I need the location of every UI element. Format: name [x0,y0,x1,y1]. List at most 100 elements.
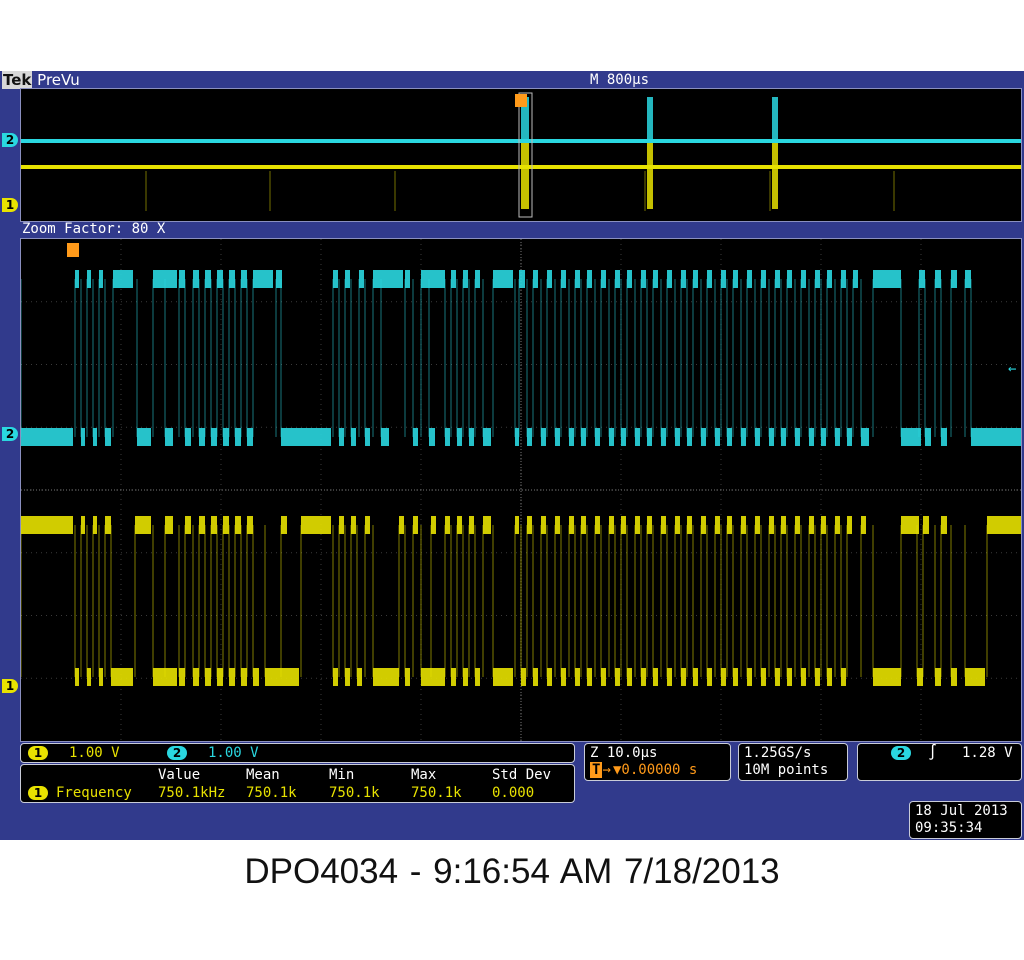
ch1-offset-marker[interactable]: 1 [2,679,18,693]
ch2-trace [853,270,858,288]
ch2-trace [653,270,658,288]
ch1-trace [547,668,552,686]
trigger-readout[interactable]: 2 ∫ 1.28 V [857,743,1022,781]
ch1-trace [755,516,760,534]
ch1-trace [555,516,560,534]
preview-waveform-window[interactable] [20,88,1022,222]
ch2-trace [687,428,692,446]
meas-ch1-badge: 1 [28,786,48,800]
ch2-offset-marker[interactable]: 2 [2,427,18,441]
oscilloscope-screen: Tek PreVu M 800µs 2 1 Zoom Factor: 80 X … [0,71,1024,840]
meas-header-mean: Mean [246,767,280,783]
ch2-trace [113,270,133,288]
ch1-trace [81,516,85,534]
ch2-trace [345,270,350,288]
rising-edge-icon: ∫ [928,743,938,761]
ch2-trace [137,428,151,446]
ch2-trace [641,270,646,288]
ch1-trace [965,668,985,686]
ch1-trace [681,668,686,686]
ch1-trace [775,668,780,686]
ch1-trace [675,516,680,534]
ch1-trace [827,668,832,686]
ch1-trace [761,668,766,686]
sample-rate: 1.25GS/s [744,745,812,761]
ch1-trace [621,516,626,534]
ch2-trace [935,270,941,288]
ch1-trace [457,516,462,534]
ch2-trace [99,270,103,288]
ch1-trace [693,668,698,686]
ch1-trace [99,668,103,686]
ch2-trace [971,428,1021,446]
ch2-trace [421,270,445,288]
preview-trigger-marker [515,94,527,107]
ch1-trace [105,516,111,534]
ch1-trace [223,516,229,534]
ch2-trace [827,270,832,288]
screenshot-caption: DPO4034 - 9:16:54 AM 7/18/2013 [244,852,780,891]
record-length: 10M points [744,762,829,778]
ch2-trace [21,428,73,446]
measurement-panel[interactable]: Value Mean Min Max Std Dev 1 Frequency 7… [20,764,575,803]
ch1-trace [217,668,223,686]
ch1-trace [715,516,720,534]
meas-header-min: Min [329,767,355,783]
ch2-trace [587,270,592,288]
preview-waveforms [21,92,1021,218]
ch2-trace [205,270,211,288]
ch1-trace [901,516,919,534]
ch2-trace [835,428,840,446]
ch1-trace [601,668,606,686]
ch1-trace [581,516,586,534]
ch2-trace [451,270,456,288]
brand-bar: Tek PreVu [2,71,80,89]
ch1-trace [741,516,746,534]
ch2-trace [919,270,925,288]
ch2-trace [609,428,614,446]
ch1-trace [569,516,574,534]
ch2-trace [555,428,560,446]
ch2-trace [333,270,338,288]
ch2-trace [965,270,971,288]
ch2-trace [873,270,901,288]
ch1-trace [247,516,253,534]
ch2-trace [821,428,826,446]
ch2-trace [541,428,546,446]
ch2-trace [707,270,712,288]
tek-logo: Tek [2,71,33,89]
meas-mean: 750.1k [246,785,297,801]
ch1-burst [647,143,653,209]
ch1-trace [923,516,929,534]
ch2-trace [901,428,921,446]
ch1-trace [211,516,217,534]
ch2-trace [715,428,720,446]
ch2-scale[interactable]: 1.00 V [208,745,259,761]
main-timebase: M 800µs [590,72,650,88]
horizontal-readout[interactable]: Z 10.0µs T → ▼0.00000 s [584,743,731,781]
ch2-trace [667,270,672,288]
ch1-scale[interactable]: 1.00 V [69,745,120,761]
zoom-scale: Z 10.0µs [590,745,658,761]
ch1-offset-marker-preview[interactable]: 1 [2,198,18,212]
acquisition-readout[interactable]: 1.25GS/s 10M points [738,743,848,781]
ch2-trace [519,270,525,288]
ch1-trace [179,668,185,686]
channel-scale-bar[interactable]: 1 1.00 V 2 1.00 V [20,743,575,763]
ch2-trace [253,270,273,288]
ch1-badge: 1 [28,746,48,760]
ch1-trace [727,516,732,534]
zoom-waveform-window[interactable] [20,238,1022,742]
ch1-trace [483,516,491,534]
trigger-source-badge: 2 [891,746,911,760]
ch2-trace [493,270,513,288]
ch2-trace [741,428,746,446]
ch2-burst [647,97,653,143]
ch2-trace [601,270,606,288]
ch2-offset-marker-preview[interactable]: 2 [2,133,18,147]
ch1-trace [165,516,173,534]
meas-name: Frequency [56,785,132,801]
ch2-trace [635,428,640,446]
ch1-trace [469,516,474,534]
ch1-trace [951,668,957,686]
